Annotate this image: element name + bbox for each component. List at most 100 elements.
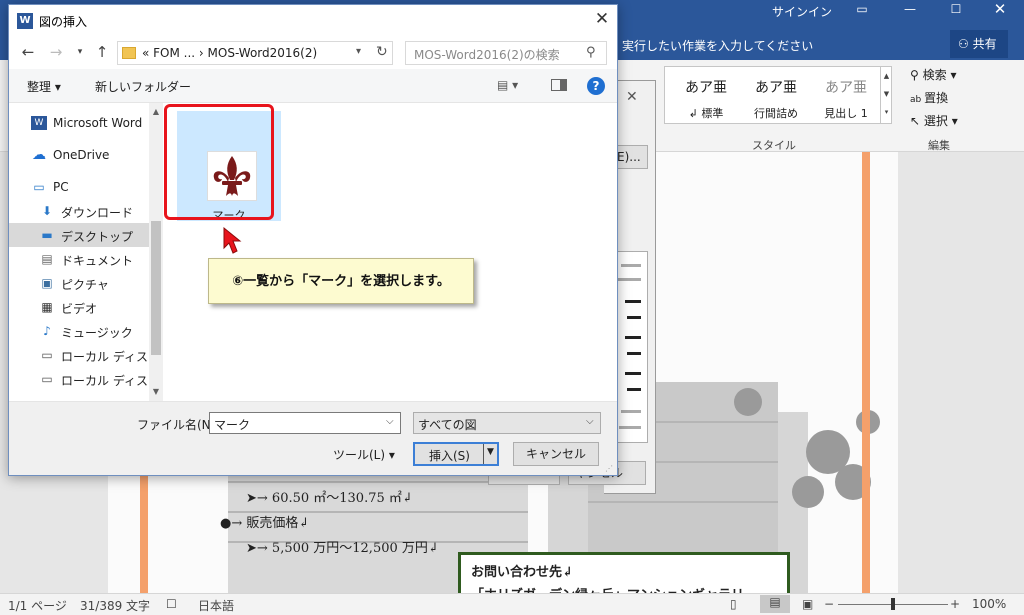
word-count[interactable]: 31/389 文字: [80, 597, 150, 614]
editing-group-label: 編集: [928, 139, 950, 152]
zoom-level[interactable]: 100%: [972, 597, 1006, 611]
scrollbar-thumb[interactable]: [151, 221, 161, 355]
nav-item-pc[interactable]: ▭ PC: [9, 175, 149, 199]
nav-item-label: ローカル ディスク (D: [61, 374, 149, 388]
scroll-up-icon[interactable]: ▲: [149, 107, 163, 116]
nav-item-disk-c[interactable]: ▭ ローカル ディスク (C: [9, 343, 149, 367]
split-divider: [483, 444, 484, 464]
style-heading-1[interactable]: あア亜 見出し 1: [811, 69, 881, 121]
desktop-icon: ▬: [41, 228, 53, 242]
nav-item-videos[interactable]: ▦ ビデオ: [9, 295, 149, 319]
nav-item-label: ドキュメント: [61, 254, 134, 268]
gallery-up-icon[interactable]: ▲: [881, 67, 892, 85]
search-icon: ⚲: [910, 68, 923, 82]
tell-me-input[interactable]: 実行したい作業を入力してください: [622, 37, 813, 54]
style-no-spacing[interactable]: あア亜 行間詰め: [741, 69, 811, 121]
preview-pane-icon[interactable]: [551, 79, 567, 91]
signin-link[interactable]: サインイン: [772, 3, 832, 20]
filename-label: ファイル名(N):: [137, 418, 220, 432]
up-folder-icon[interactable]: ↑: [93, 43, 111, 61]
insert-picture-dialog: W 図の挿入 ✕ ← → ▾ ↑ « FOM ... › MOS-Word201…: [8, 4, 618, 476]
gallery-scrollbar[interactable]: ▲ ▼ ▾: [880, 67, 892, 123]
instruction-callout: ⑥一覧から「マーク」を選択します。: [208, 258, 474, 304]
scroll-down-icon[interactable]: ▼: [149, 387, 163, 396]
word-icon: W: [31, 116, 47, 130]
find-label: 検索: [922, 68, 947, 82]
help-icon[interactable]: ?: [587, 77, 605, 95]
maximize-icon[interactable]: ☐: [946, 2, 966, 16]
nav-item-word[interactable]: W Microsoft Word: [9, 111, 149, 135]
insert-button[interactable]: 挿入(S) ▼: [413, 442, 499, 466]
address-bar[interactable]: « FOM ... › MOS-Word2016(2) ▾ ↻: [117, 41, 393, 65]
select-button[interactable]: ↖ 選択 ▾: [910, 112, 958, 129]
nav-item-label: PC: [53, 180, 69, 194]
minimize-icon[interactable]: —: [900, 2, 920, 16]
bg-close-icon[interactable]: ✕: [626, 89, 638, 105]
address-dropdown-icon[interactable]: ▾: [356, 46, 361, 57]
insert-dropdown-icon[interactable]: ▼: [487, 447, 494, 457]
recent-dropdown-icon[interactable]: ▾: [71, 47, 89, 57]
dialog-title-bar: W 図の挿入 ✕: [9, 5, 617, 37]
bg-browse-button[interactable]: E)...: [614, 145, 648, 169]
replace-button[interactable]: ab 置換: [910, 89, 948, 106]
resize-grip-icon[interactable]: ⋰: [605, 464, 613, 473]
nav-item-pictures[interactable]: ▣ ピクチャ: [9, 271, 149, 295]
language[interactable]: 日本語: [198, 597, 234, 614]
chevron-down-icon[interactable]: ⌵: [586, 416, 594, 427]
dialog-close-icon[interactable]: ✕: [591, 9, 613, 29]
zoom-in-icon[interactable]: +: [950, 597, 960, 611]
nav-scrollbar[interactable]: ▲ ▼: [149, 103, 163, 401]
organize-button[interactable]: 整理 ▾: [27, 78, 61, 95]
chevron-down-icon[interactable]: ⌵: [386, 416, 394, 427]
cancel-button[interactable]: キャンセル: [513, 442, 599, 466]
style-normal[interactable]: あア亜 ↲ 標準: [671, 69, 741, 121]
bg-line: [627, 388, 641, 391]
nav-item-documents[interactable]: ▤ ドキュメント: [9, 247, 149, 271]
refresh-icon[interactable]: ↻: [376, 44, 388, 60]
new-folder-button[interactable]: 新しいフォルダー: [95, 78, 191, 95]
forward-icon[interactable]: →: [47, 43, 65, 61]
filename-value: マーク: [214, 418, 251, 432]
zoom-out-icon[interactable]: −: [824, 597, 834, 611]
search-box[interactable]: MOS-Word2016(2)の検索 ⚲: [405, 41, 607, 65]
word-close-icon[interactable]: ✕: [990, 0, 1010, 18]
cursor-icon: ↖: [910, 114, 924, 128]
command-bar: 整理 ▾ 新しいフォルダー ▤ ▾ ?: [9, 69, 617, 103]
page-count[interactable]: 1/1 ページ: [8, 597, 67, 614]
zoom-slider-thumb[interactable]: [891, 598, 895, 610]
highlight-frame: [164, 104, 274, 220]
style-name: 行間詰め: [754, 107, 798, 120]
nav-item-downloads[interactable]: ⬇ ダウンロード: [9, 199, 149, 223]
replace-icon: ab: [910, 95, 925, 105]
read-mode-icon[interactable]: ▯: [730, 597, 737, 611]
style-sample: あア亜: [825, 80, 867, 96]
contact-box: お問い合わせ先↲ 「ホリズガーデン緑ヶ丘」マンションギャラリー: [458, 552, 790, 593]
nav-item-desktop[interactable]: ▬ デスクトップ: [9, 223, 149, 247]
word-icon: W: [17, 13, 33, 29]
find-button[interactable]: ⚲ 検索 ▾: [910, 66, 956, 83]
editing-group: ⚲ 検索 ▾ ab 置換 ↖ 選択 ▾: [906, 64, 1016, 144]
tools-button[interactable]: ツール(L) ▾: [333, 446, 395, 463]
gallery-more-icon[interactable]: ▾: [881, 103, 892, 121]
nav-item-disk-d[interactable]: ▭ ローカル ディスク (D: [9, 367, 149, 391]
print-layout-icon[interactable]: ▤: [760, 595, 790, 613]
styles-gallery[interactable]: あア亜 ↲ 標準 あア亜 行間詰め あア亜 見出し 1: [664, 66, 892, 124]
disk-icon: ▭: [41, 372, 53, 386]
filename-input[interactable]: マーク ⌵: [209, 412, 401, 434]
proofing-icon[interactable]: ☐: [166, 597, 177, 611]
nav-item-label: ローカル ディスク (C: [61, 350, 149, 364]
nav-item-label: ビデオ: [61, 302, 98, 316]
style-name: ↲ 標準: [688, 107, 724, 120]
search-icon[interactable]: ⚲: [586, 45, 596, 60]
nav-item-label: ダウンロード: [61, 206, 134, 220]
filetype-select[interactable]: すべての図 ⌵: [413, 412, 601, 434]
share-button[interactable]: ⚇ 共有: [950, 30, 1008, 58]
gallery-down-icon[interactable]: ▼: [881, 85, 892, 103]
view-options-icon[interactable]: ▤ ▾: [497, 78, 518, 92]
nav-item-music[interactable]: ♪ ミュージック: [9, 319, 149, 343]
web-layout-icon[interactable]: ▣: [802, 597, 813, 611]
nav-item-onedrive[interactable]: ☁ OneDrive: [9, 143, 149, 167]
back-icon[interactable]: ←: [19, 43, 37, 61]
ribbon-display-icon[interactable]: ▭: [852, 2, 872, 16]
address-path[interactable]: « FOM ... › MOS-Word2016(2): [142, 46, 317, 60]
